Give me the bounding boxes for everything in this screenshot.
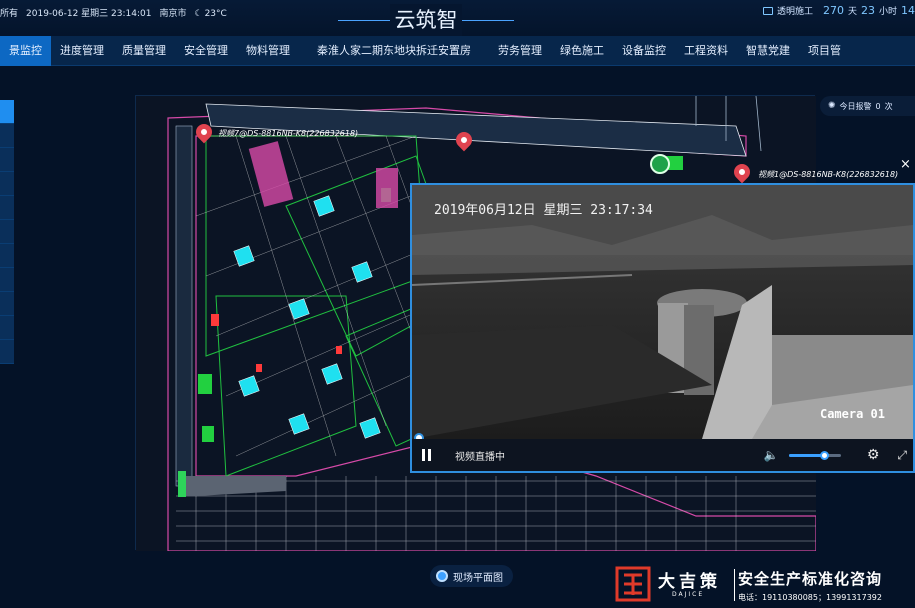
- camera-label: Camera 01: [819, 407, 885, 421]
- nav-item[interactable]: 绿色施工: [551, 36, 613, 66]
- brand-line-left: [338, 20, 390, 21]
- video-controls: 视频直播中 🔈 ⚙ ⤢: [412, 439, 913, 471]
- site-plan-tab-label: 现场平面图: [453, 572, 503, 584]
- watermark-phone: 电话：19110380085；13991317392: [738, 593, 882, 602]
- nav-item[interactable]: 劳务管理: [489, 36, 551, 66]
- header-left-prefix: 所有: [0, 9, 19, 19]
- minutes-value: 14: [901, 4, 915, 17]
- leaf-icon[interactable]: [650, 154, 670, 174]
- header-info: 所有 2019-06-12 星期三 23:14:01 南京市 ☾ 23°C: [0, 6, 235, 19]
- alarm-count: 0: [875, 101, 881, 111]
- nav-item[interactable]: 设备监控: [613, 36, 675, 66]
- sidebar-item[interactable]: [0, 340, 14, 364]
- pause-icon[interactable]: [422, 449, 431, 461]
- nav-item[interactable]: 物料管理: [237, 36, 299, 66]
- sidebar-item[interactable]: [0, 292, 14, 316]
- volume-icon[interactable]: 🔈: [764, 448, 779, 462]
- main-nav: 景监控 进度管理 质量管理 安全管理 物料管理 秦淮人家二期东地块拆迁安置房 劳务管理 绿色施…: [0, 36, 915, 66]
- video-timestamp: 2019年06月12日 星期三 23:17:34: [434, 203, 653, 218]
- days-value: 270: [822, 4, 844, 17]
- watermark: 大吉策 DAJICE 安全生产标准化咨询 电话：19110380085；1399…: [614, 565, 915, 608]
- sidebar-item[interactable]: [0, 100, 14, 124]
- close-video-button[interactable]: ×: [900, 157, 911, 172]
- alarm-label: 今日报警: [839, 101, 872, 111]
- volume-knob[interactable]: [820, 450, 830, 460]
- video-status: 视频直播中: [455, 451, 505, 463]
- camera-pin-label: 视频7@DS-8816NB-K8(226832618): [218, 129, 359, 138]
- header-temperature: 23°C: [204, 9, 227, 19]
- nav-item[interactable]: 进度管理: [51, 36, 113, 66]
- nav-item[interactable]: 工程资料: [675, 36, 737, 66]
- nav-item[interactable]: 质量管理: [113, 36, 175, 66]
- settings-gear-icon[interactable]: ⚙: [867, 447, 880, 463]
- video-frame[interactable]: 2019年06月12日 星期三 23:17:34 Camera 01: [412, 185, 913, 439]
- weather-icon: ☾: [194, 9, 203, 19]
- watermark-slogan: 安全生产标准化咨询: [738, 570, 883, 588]
- nav-item[interactable]: 智慧党建: [737, 36, 799, 66]
- nav-project-title[interactable]: 秦淮人家二期东地块拆迁安置房: [299, 36, 489, 66]
- hours-unit: 小时: [878, 7, 897, 17]
- sidebar-item[interactable]: [0, 316, 14, 340]
- nav-item[interactable]: 项目管: [799, 36, 850, 66]
- alarm-bell-icon: ✺: [828, 101, 836, 111]
- header-city: 南京市: [159, 9, 187, 19]
- volume-slider[interactable]: [788, 450, 841, 460]
- monitor-icon: [762, 6, 773, 15]
- alarm-unit: 次: [884, 101, 893, 111]
- top-bar: 所有2019-06-12 星期三 23:14:01南京市☾23°C 云筑智联 透…: [0, 0, 915, 64]
- watermark-sub: DAJICE: [672, 591, 705, 598]
- header-datetime: 2019-06-12 星期三 23:14:01: [26, 9, 152, 19]
- sidebar-item[interactable]: [0, 148, 14, 172]
- sidebar-item[interactable]: [0, 196, 14, 220]
- watermark-logo-icon: [615, 566, 651, 602]
- left-sidebar: [0, 100, 14, 370]
- sidebar-item[interactable]: [0, 244, 14, 268]
- site-plan-tab[interactable]: 现场平面图: [430, 565, 513, 587]
- hours-value: 23: [860, 4, 875, 17]
- sidebar-item[interactable]: [0, 220, 14, 244]
- radio-dot-icon: [436, 570, 448, 582]
- sidebar-item[interactable]: [0, 172, 14, 196]
- sidebar-item[interactable]: [0, 124, 14, 148]
- fullscreen-icon[interactable]: ⤢: [897, 448, 907, 463]
- header-right-label: 透明施工: [776, 7, 813, 17]
- alarm-badge[interactable]: ✺ 今日报警 0 次: [820, 96, 915, 116]
- video-player[interactable]: 2019年06月12日 星期三 23:17:34 Camera 01 视频直播中…: [410, 183, 915, 473]
- header-counter: 透明施工 270 天 23 小时 14: [762, 4, 915, 17]
- nav-item[interactable]: 安全管理: [175, 36, 237, 66]
- nav-item[interactable]: 景监控: [0, 36, 51, 66]
- days-unit: 天: [847, 7, 857, 17]
- watermark-name: 大吉策: [658, 572, 721, 592]
- brand-line-right: [462, 20, 514, 21]
- watermark-divider: [734, 569, 735, 601]
- video-scene: [412, 185, 913, 439]
- camera-pin-label: 视频1@DS-8816NB-K8(226832618): [758, 170, 899, 179]
- sidebar-item[interactable]: [0, 268, 14, 292]
